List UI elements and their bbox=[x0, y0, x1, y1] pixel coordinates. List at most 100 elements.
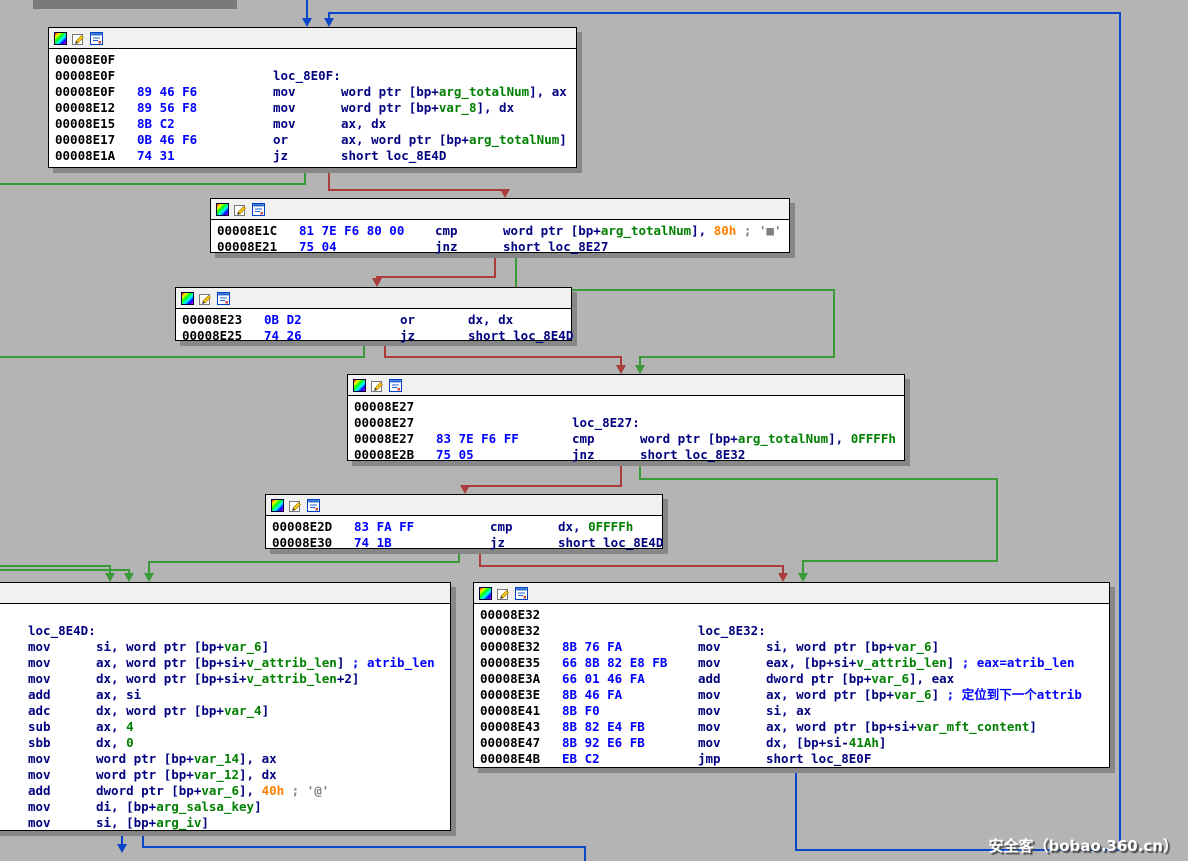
operand-text: ], bbox=[828, 431, 851, 446]
colors-icon[interactable] bbox=[54, 32, 67, 45]
asm-line[interactable]: 00008E2B75 05jnzshort loc_8E32 bbox=[348, 447, 904, 463]
edge-8E2B-fall-8E2D bbox=[465, 461, 621, 486]
operands: short loc_8E27 bbox=[503, 239, 608, 255]
colors-icon[interactable] bbox=[479, 587, 492, 600]
asm-line[interactable]: 00008E1A74 31jzshort loc_8E4D bbox=[49, 148, 576, 164]
mnemonic: mov bbox=[698, 703, 721, 719]
asm-line[interactable]: loc_8E4D: bbox=[0, 623, 450, 639]
colors-icon[interactable] bbox=[353, 379, 366, 392]
asm-line[interactable]: 00008E1C81 7E F6 80 00cmpword ptr [bp+ar… bbox=[211, 223, 789, 239]
block-loc-8E27-title-bar[interactable] bbox=[348, 375, 904, 396]
asm-line[interactable]: 00008E170B 46 F6orax, word ptr [bp+arg_t… bbox=[49, 132, 576, 148]
opcode-bytes: 75 04 bbox=[299, 239, 337, 255]
mnemonic: or bbox=[273, 132, 288, 148]
mnemonic: or bbox=[400, 312, 415, 328]
address: 00008E2B bbox=[354, 447, 414, 463]
edit-comment-icon[interactable] bbox=[199, 292, 212, 305]
text-view-icon[interactable] bbox=[389, 379, 402, 392]
asm-line[interactable]: 00008E3A66 01 46 FAadddword ptr [bp+var_… bbox=[474, 671, 1109, 687]
colors-icon[interactable] bbox=[216, 203, 229, 216]
colors-icon[interactable] bbox=[271, 499, 284, 512]
colors-icon[interactable] bbox=[181, 292, 194, 305]
edit-comment-icon[interactable] bbox=[234, 203, 247, 216]
block-8E1C[interactable]: 00008E1C81 7E F6 80 00cmpword ptr [bp+ar… bbox=[210, 198, 790, 253]
block-8E23-title-bar[interactable] bbox=[176, 288, 571, 309]
asm-line[interactable]: 00008E27loc_8E27: bbox=[348, 415, 904, 431]
mnemonic: mov bbox=[28, 671, 51, 687]
operand-text: ] bbox=[262, 639, 270, 654]
asm-line[interactable]: 00008E438B 82 E4 FBmovax, word ptr [bp+s… bbox=[474, 719, 1109, 735]
asm-line[interactable]: 00008E27 bbox=[348, 399, 904, 415]
asm-line[interactable]: movdi, [bp+arg_salsa_key] bbox=[0, 799, 450, 815]
mnemonic: mov bbox=[273, 84, 296, 100]
operands: dx, 0 bbox=[96, 735, 134, 751]
asm-line[interactable]: movsi, word ptr [bp+var_6] bbox=[0, 639, 450, 655]
text-view-icon[interactable] bbox=[217, 292, 230, 305]
address: 00008E32 bbox=[480, 639, 540, 655]
block-8E2D[interactable]: 00008E2D83 FA FFcmpdx, 0FFFFh00008E3074 … bbox=[265, 494, 663, 549]
text-view-icon[interactable] bbox=[252, 203, 265, 216]
opcode-bytes: 0B D2 bbox=[264, 312, 302, 328]
asm-line[interactable]: sbbdx, 0 bbox=[0, 735, 450, 751]
operands: short loc_8E0F bbox=[766, 751, 871, 767]
block-loc-8E32-title-bar[interactable] bbox=[474, 583, 1109, 604]
asm-line[interactable]: 00008E0F89 46 F6movword ptr [bp+arg_tota… bbox=[49, 84, 576, 100]
address: 00008E32 bbox=[480, 607, 540, 623]
stack-var-name: arg_iv bbox=[156, 815, 201, 830]
asm-line[interactable]: movax, word ptr [bp+si+v_attrib_len] ; a… bbox=[0, 655, 450, 671]
asm-line[interactable]: addax, si bbox=[0, 687, 450, 703]
operand-text: dx, bbox=[558, 519, 588, 534]
block-8E23[interactable]: 00008E230B D2ordx, dx00008E2574 26jzshor… bbox=[175, 287, 572, 341]
asm-line[interactable]: adcdx, word ptr [bp+var_4] bbox=[0, 703, 450, 719]
operand-text: word ptr [bp+ bbox=[640, 431, 738, 446]
asm-line[interactable]: 00008E0Floc_8E0F: bbox=[49, 68, 576, 84]
block-8E1C-title-bar[interactable] bbox=[211, 199, 789, 220]
asm-line[interactable]: 00008E32loc_8E32: bbox=[474, 623, 1109, 639]
asm-line[interactable]: 00008E1289 56 F8movword ptr [bp+var_8], … bbox=[49, 100, 576, 116]
opcode-bytes: 83 7E F6 FF bbox=[436, 431, 519, 447]
asm-line[interactable]: 00008E230B D2ordx, dx bbox=[176, 312, 571, 328]
asm-line[interactable]: 00008E3074 1Bjzshort loc_8E4D bbox=[266, 535, 662, 551]
asm-line[interactable] bbox=[0, 607, 450, 623]
asm-line[interactable]: 00008E2175 04jnzshort loc_8E27 bbox=[211, 239, 789, 255]
edit-comment-icon[interactable] bbox=[72, 32, 85, 45]
edge-8E2B-jnz-8E32-arrowhead bbox=[798, 573, 808, 582]
asm-line[interactable]: 00008E4BEB C2jmpshort loc_8E0F bbox=[474, 751, 1109, 767]
asm-line[interactable]: 00008E3E8B 46 FAmovax, word ptr [bp+var_… bbox=[474, 687, 1109, 703]
asm-line[interactable]: 00008E2783 7E F6 FFcmpword ptr [bp+arg_t… bbox=[348, 431, 904, 447]
mnemonic: jz bbox=[490, 535, 505, 551]
asm-line[interactable]: movsi, [bp+arg_iv] bbox=[0, 815, 450, 831]
asm-line[interactable]: subax, 4 bbox=[0, 719, 450, 735]
asm-line[interactable]: 00008E2574 26jzshort loc_8E4D bbox=[176, 328, 571, 344]
text-view-icon[interactable] bbox=[90, 32, 103, 45]
block-loc-8E27[interactable]: 00008E2700008E27loc_8E27:00008E2783 7E F… bbox=[347, 374, 905, 461]
text-view-icon[interactable] bbox=[307, 499, 320, 512]
asm-line[interactable]: 00008E2D83 FA FFcmpdx, 0FFFFh bbox=[266, 519, 662, 535]
text-view-icon[interactable] bbox=[515, 587, 528, 600]
operands: word ptr [bp+var_12], dx bbox=[96, 767, 277, 783]
asm-line[interactable]: 00008E328B 76 FAmovsi, word ptr [bp+var_… bbox=[474, 639, 1109, 655]
asm-line[interactable]: 00008E478B 92 E6 FBmovdx, [bp+si-41Ah] bbox=[474, 735, 1109, 751]
ida-graph-view[interactable]: 安全客（bobao.360.cn） 00008E0F00008E0Floc_8E… bbox=[0, 0, 1188, 861]
address: 00008E43 bbox=[480, 719, 540, 735]
block-8E2D-title-bar[interactable] bbox=[266, 495, 662, 516]
asm-line[interactable]: 00008E3566 8B 82 E8 FBmoveax, [bp+si+v_a… bbox=[474, 655, 1109, 671]
asm-line[interactable]: 00008E32 bbox=[474, 607, 1109, 623]
edit-comment-icon[interactable] bbox=[289, 499, 302, 512]
block-loc-8E0F-title-bar[interactable] bbox=[49, 28, 576, 49]
opcode-bytes: 8B 82 E4 FB bbox=[562, 719, 645, 735]
asm-line[interactable]: 00008E418B F0movsi, ax bbox=[474, 703, 1109, 719]
asm-line[interactable]: 00008E158B C2movax, dx bbox=[49, 116, 576, 132]
edit-comment-icon[interactable] bbox=[497, 587, 510, 600]
block-loc-8E4D-title-bar[interactable] bbox=[0, 583, 450, 604]
asm-line[interactable]: adddword ptr [bp+var_6], 40h ; '@' bbox=[0, 783, 450, 799]
asm-line[interactable]: movword ptr [bp+var_12], dx bbox=[0, 767, 450, 783]
asm-line[interactable]: movdx, word ptr [bp+si+v_attrib_len+2] bbox=[0, 671, 450, 687]
mnemonic: cmp bbox=[435, 223, 458, 239]
block-loc-8E0F[interactable]: 00008E0F00008E0Floc_8E0F:00008E0F89 46 F… bbox=[48, 27, 577, 168]
block-loc-8E32[interactable]: 00008E3200008E32loc_8E32:00008E328B 76 F… bbox=[473, 582, 1110, 768]
block-loc-8E4D[interactable]: loc_8E4D:movsi, word ptr [bp+var_6]movax… bbox=[0, 582, 451, 831]
asm-line[interactable]: 00008E0F bbox=[49, 52, 576, 68]
edit-comment-icon[interactable] bbox=[371, 379, 384, 392]
asm-line[interactable]: movword ptr [bp+var_14], ax bbox=[0, 751, 450, 767]
